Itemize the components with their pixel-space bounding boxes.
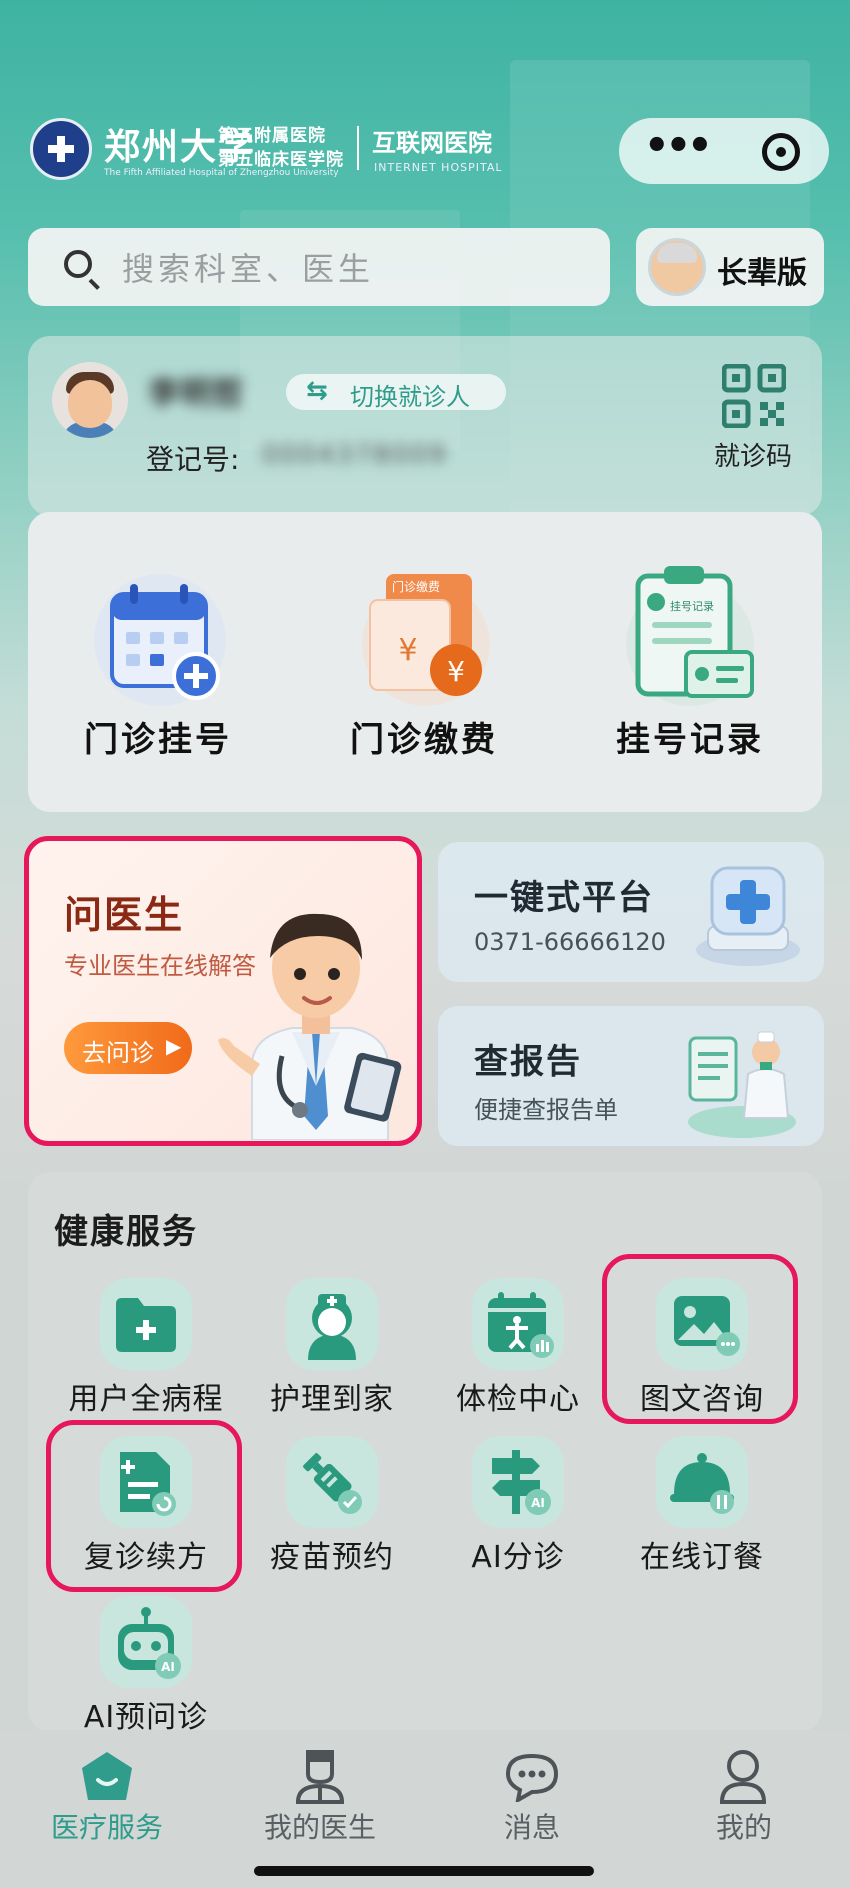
patient-card [28,336,822,516]
switch-patient-label: 切换就诊人 [350,383,470,411]
service-label[interactable]: 用户全病程 [51,1374,241,1418]
checkup-calendar-icon[interactable] [484,1288,556,1360]
more-options-icon[interactable]: ••• [644,126,713,176]
profile-icon[interactable] [718,1748,768,1804]
registration-number-label: 登记号: [146,443,240,476]
internet-hospital-subtitle: INTERNET HOSPITAL [374,161,503,174]
hospital-name-en: The Fifth Affiliated Hospital of Zhengzh… [104,168,339,178]
record-icon-tag: 挂号记录 [670,600,714,613]
report-subtitle: 便捷查报告单 [474,1096,618,1124]
svg-text:¥: ¥ [447,655,465,688]
medical-cross-3d-icon [696,866,800,966]
consult-button-label: 去问诊 [82,1039,154,1067]
tab-medical-services[interactable]: 医疗服务 [27,1806,187,1846]
close-miniprogram-icon[interactable] [762,133,800,171]
patient-name: 李明哲 [148,374,245,412]
service-label[interactable]: 护理到家 [237,1374,427,1418]
ask-doctor-title: 问医生 [64,893,185,937]
health-services-title: 健康服务 [54,1212,198,1252]
quick-action-label[interactable]: 门诊挂号 [48,712,268,761]
service-label[interactable]: 复诊续方 [51,1532,241,1576]
syringe-icon[interactable] [296,1446,368,1518]
svg-text:AI: AI [531,1496,545,1510]
service-label[interactable]: 图文咨询 [607,1374,797,1418]
medical-home-icon[interactable] [80,1750,134,1802]
search-icon [64,250,92,278]
hospital-name-line2: 第五临床医学院 [218,150,344,170]
payment-icon-tag: 门诊缴费 [392,580,441,594]
svg-text:AI: AI [161,1660,175,1674]
doctor-icon[interactable] [294,1748,346,1804]
switch-icon: ⇆ [306,376,328,406]
hospital-name-line1: 第五附属医院 [218,126,326,146]
internet-hospital-title: 互联网医院 [372,129,492,157]
folder-plus-icon[interactable] [112,1292,180,1356]
service-label[interactable]: 疫苗预约 [237,1532,427,1576]
platform-phone: 0371-66666120 [474,928,666,956]
hospital-logo [30,118,92,180]
arrow-right-icon: ▶ [166,1034,182,1058]
registration-number-value: 0004378009 [262,440,448,470]
calendar-plus-icon[interactable] [90,560,230,710]
elder-avatar-icon [648,238,706,296]
home-indicator [254,1866,594,1876]
report-title: 查报告 [474,1042,582,1082]
message-icon[interactable] [504,1752,560,1802]
clipboard-record-icon[interactable] [620,560,760,710]
tab-messages[interactable]: 消息 [452,1806,612,1846]
header-divider [357,126,359,170]
svg-text:¥: ¥ [398,633,417,668]
doctor-illustration [218,913,402,1140]
elder-mode-label: 长辈版 [717,256,807,291]
service-label[interactable]: 体检中心 [423,1374,613,1418]
dish-cover-icon[interactable] [668,1450,740,1516]
prescription-renew-icon[interactable] [114,1446,180,1518]
quick-action-label[interactable]: 门诊缴费 [314,712,534,761]
qr-code-icon[interactable] [722,364,786,428]
service-label[interactable]: AI分诊 [423,1532,613,1576]
service-label[interactable]: 在线订餐 [607,1532,797,1576]
search-placeholder: 搜索科室、医生 [122,250,375,288]
patient-avatar [52,362,128,438]
image-chat-icon[interactable] [670,1290,742,1358]
tab-my-doctor[interactable]: 我的医生 [240,1806,400,1846]
tab-mine[interactable]: 我的 [664,1806,824,1846]
qr-code-label[interactable]: 就诊码 [714,436,792,473]
robot-ai-icon[interactable]: AI [112,1604,184,1680]
nurse-icon[interactable] [298,1286,366,1360]
quick-action-label[interactable]: 挂号记录 [580,712,800,761]
report-illustration [688,1031,796,1138]
platform-title: 一键式平台 [474,878,654,918]
signpost-ai-icon[interactable]: AI [484,1446,556,1518]
